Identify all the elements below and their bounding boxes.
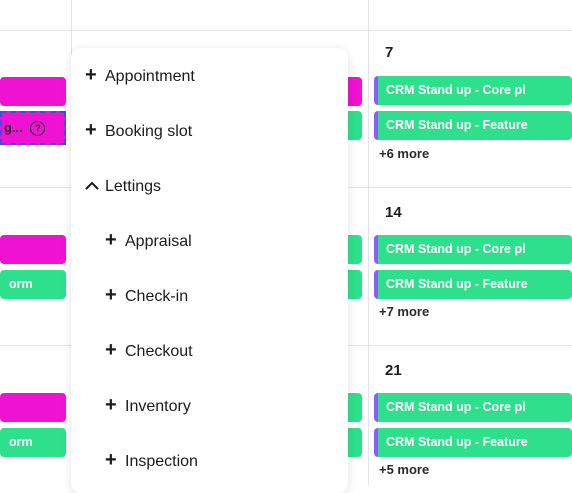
- calendar-event[interactable]: CRM Stand up - Core pl: [374, 235, 572, 264]
- menu-item-label: Booking slot: [105, 123, 193, 140]
- more-events-link[interactable]: +6 more: [379, 146, 429, 161]
- calendar-event[interactable]: [0, 393, 66, 422]
- menu-item-label: Appointment: [105, 68, 195, 85]
- menu-item-booking-slot[interactable]: + Booking slot: [85, 115, 192, 145]
- menu-item-appraisal[interactable]: + Appraisal: [105, 225, 192, 255]
- calendar-event[interactable]: CRM Stand up - Feature: [374, 428, 572, 457]
- plus-icon: +: [105, 394, 117, 416]
- menu-item-label: Inspection: [125, 453, 198, 470]
- plus-icon: +: [105, 339, 117, 361]
- menu-item-inspection[interactable]: + Inspection: [105, 445, 198, 475]
- calendar-event[interactable]: CRM Stand up - Core pl: [374, 76, 572, 105]
- calendar-event[interactable]: CRM Stand up - Feature: [374, 270, 572, 299]
- day-number[interactable]: 14: [385, 204, 402, 221]
- menu-item-appointment[interactable]: + Appointment: [85, 60, 195, 90]
- menu-item-checkout[interactable]: + Checkout: [105, 335, 193, 365]
- menu-item-label: Inventory: [125, 398, 191, 415]
- menu-group-lettings[interactable]: Lettings: [85, 170, 161, 200]
- menu-item-label: Checkout: [125, 343, 193, 360]
- plus-icon: +: [85, 119, 97, 141]
- event-title: orm: [9, 277, 33, 291]
- menu-item-label: Check-in: [125, 288, 189, 305]
- menu-item-inventory[interactable]: + Inventory: [105, 390, 191, 420]
- calendar-event[interactable]: [0, 77, 66, 106]
- chevron-up-icon: [85, 170, 103, 200]
- calendar-event[interactable]: [0, 235, 66, 264]
- menu-item-check-in[interactable]: + Check-in: [105, 280, 188, 310]
- calendar-event[interactable]: CRM Stand up - Feature: [374, 111, 572, 140]
- event-title: orm: [9, 435, 33, 449]
- column-divider: [368, 0, 369, 485]
- more-events-link[interactable]: +5 more: [379, 462, 429, 477]
- selected-calendar-event[interactable]: g... ?: [0, 111, 66, 145]
- more-events-link[interactable]: +7 more: [379, 304, 429, 319]
- calendar-event[interactable]: CRM Stand up - Core pl: [374, 393, 572, 422]
- event-title: g...: [4, 120, 23, 135]
- plus-icon: +: [105, 284, 117, 306]
- menu-item-label: Lettings: [105, 178, 162, 195]
- day-number[interactable]: 21: [385, 362, 402, 379]
- help-icon[interactable]: ?: [30, 121, 46, 137]
- row-divider: [0, 30, 572, 31]
- plus-icon: +: [105, 229, 117, 251]
- plus-icon: +: [85, 64, 97, 86]
- day-number[interactable]: 7: [385, 44, 393, 61]
- create-event-menu: + Appointment + Booking slot Lettings + App…: [71, 48, 348, 493]
- calendar-event[interactable]: orm: [0, 428, 66, 457]
- calendar-event[interactable]: orm: [0, 270, 66, 299]
- plus-icon: +: [105, 449, 117, 471]
- menu-item-label: Appraisal: [125, 233, 192, 250]
